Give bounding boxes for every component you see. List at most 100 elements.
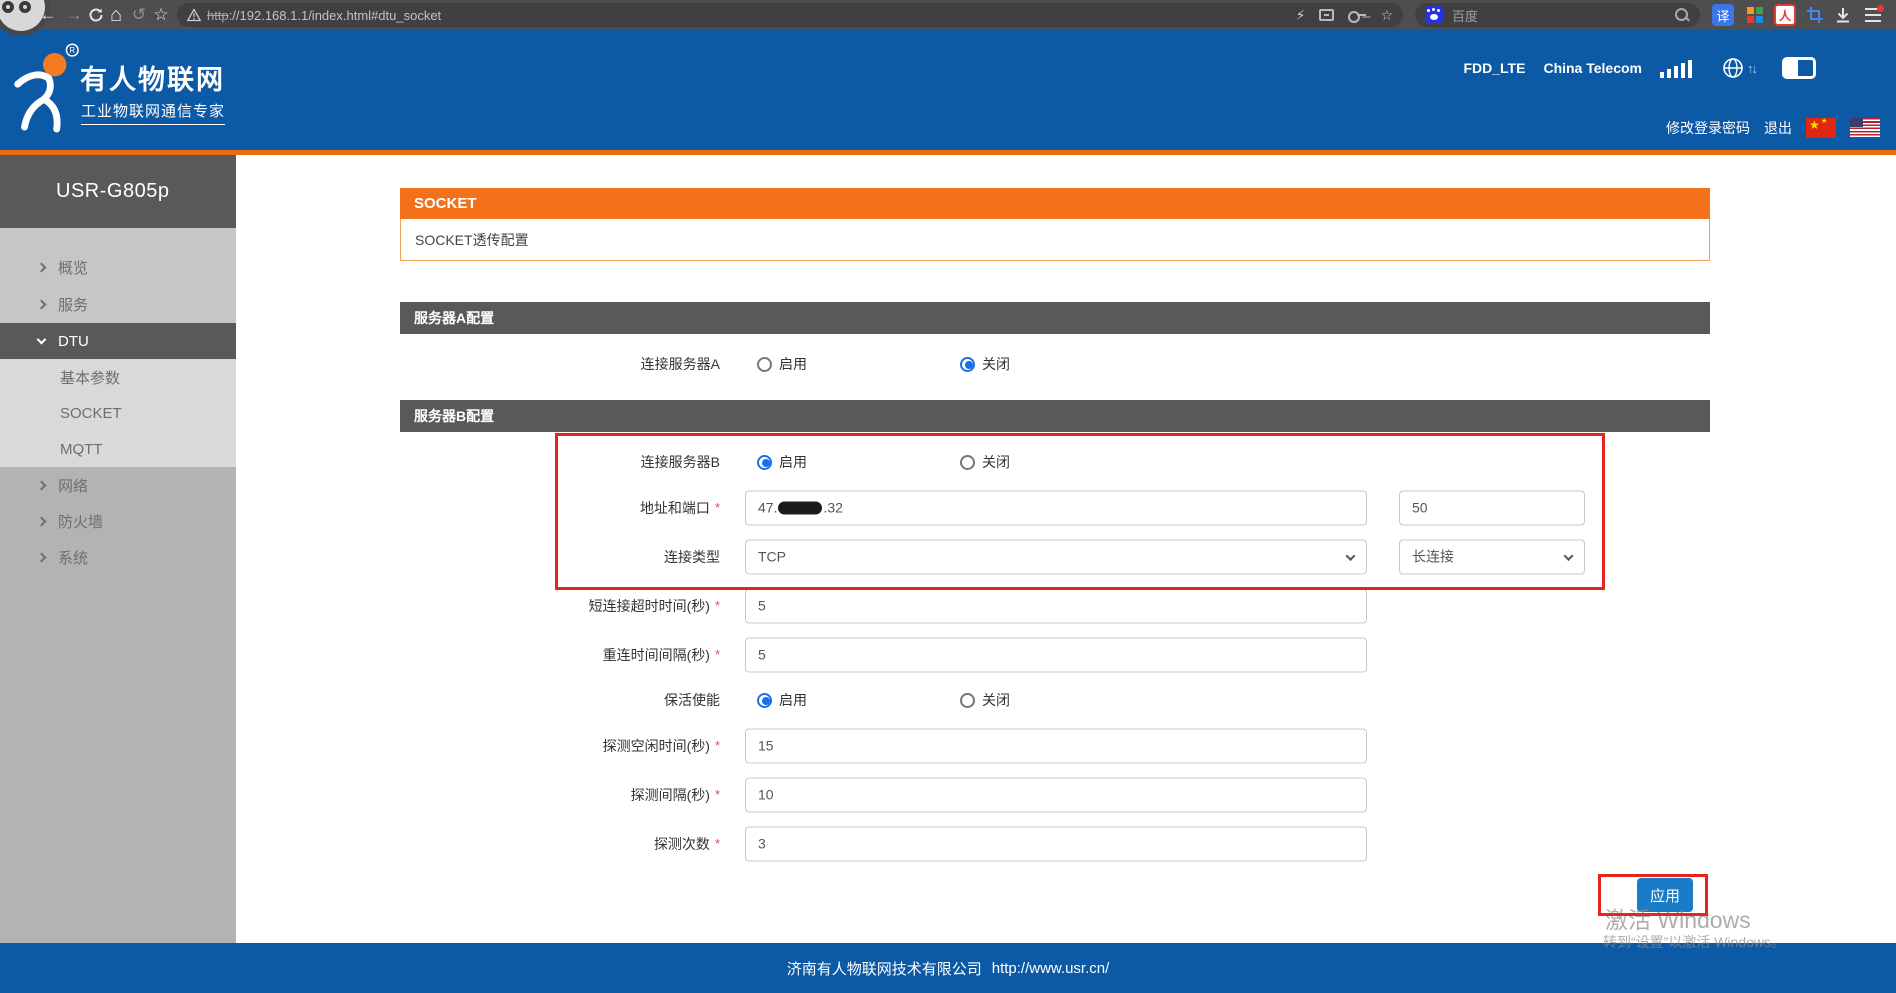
sidebar-item-label: 服务 <box>58 294 88 315</box>
brand-subtitle: 工业物联网通信专家 <box>81 100 225 125</box>
field-label-text: 保活使能 <box>664 690 720 710</box>
radio-checked-icon[interactable] <box>757 455 772 470</box>
sidebar-item-dtu[interactable]: DTU <box>0 323 236 359</box>
search-bar[interactable]: 百度 <box>1415 3 1700 27</box>
translate-extension-icon[interactable]: 译 <box>1712 4 1734 26</box>
radio-unchecked-icon[interactable] <box>960 693 975 708</box>
network-type: FDD_LTE <box>1463 60 1525 76</box>
english-language-flag-icon[interactable] <box>1850 118 1880 138</box>
url-scheme: http <box>207 8 229 23</box>
sidebar-item-firewall[interactable]: 防火墙 <box>0 503 236 539</box>
connect-server-b-row: 连接服务器B 启用 关闭 <box>400 441 1710 483</box>
star-icon[interactable]: ☆ <box>1380 7 1393 24</box>
chevron-right-icon <box>37 516 47 526</box>
address-and-port-input[interactable]: 47..32 <box>745 490 1367 525</box>
probe-count-input[interactable] <box>745 826 1367 861</box>
field-label: 探测次数* <box>400 834 720 854</box>
server-b-rows: 连接服务器B启用关闭地址和端口*47..32连接类型TCP长连接短连接超时时间(… <box>400 441 1710 868</box>
field-area <box>745 581 1585 630</box>
chinese-language-flag-icon[interactable]: ★★ <box>1806 118 1836 138</box>
radio-checked-icon[interactable] <box>960 357 975 372</box>
download-icon[interactable] <box>1832 4 1854 26</box>
field-area <box>745 819 1585 868</box>
keepalive-enable-option-1[interactable]: 关闭 <box>960 690 1010 710</box>
short-conn-timeout-row: 短连接超时时间(秒)* <box>400 581 1710 630</box>
radio-unchecked-icon[interactable] <box>757 357 772 372</box>
sidebar-item-label: 概览 <box>58 257 88 278</box>
apps-grid-extension-icon[interactable] <box>1744 4 1766 26</box>
sidebar-item-network[interactable]: 网络 <box>0 467 236 503</box>
forward-icon[interactable]: → <box>62 0 86 30</box>
field-label: 探测空闲时间(秒)* <box>400 736 720 756</box>
sidebar-dtu-submenu: 基本参数 SOCKET MQTT <box>0 359 236 467</box>
sidebar-item-overview[interactable]: 概览 <box>0 249 236 286</box>
footer-company: 济南有人物联网技术有限公司 <box>787 958 982 979</box>
sidebar-item-system[interactable]: 系统 <box>0 539 236 575</box>
section-server-a-header: 服务器A配置 <box>400 302 1710 334</box>
field-area: 47..32 <box>745 483 1585 532</box>
apply-button[interactable]: 应用 <box>1637 878 1693 912</box>
change-password-link[interactable]: 修改登录密码 <box>1666 118 1750 138</box>
usr-logo-icon: R <box>4 40 82 144</box>
bookmark-star-icon[interactable]: ☆ <box>149 0 173 30</box>
server-a-rows: 连接服务器A启用关闭 <box>400 343 1710 385</box>
field-label-text: 地址和端口 <box>640 498 710 518</box>
lightning-icon[interactable]: ⚡ <box>1296 7 1306 24</box>
sidebar-item-label: SOCKET <box>60 405 122 422</box>
radio-unchecked-icon[interactable] <box>960 455 975 470</box>
probe-idle-time-input[interactable] <box>745 728 1367 763</box>
keepalive-enable-option-0[interactable]: 启用 <box>757 690 807 710</box>
url-text: ://192.168.1.1/index.html#dtu_socket <box>229 8 441 23</box>
home-icon[interactable]: ⌂ <box>104 0 128 30</box>
footer-website[interactable]: http://www.usr.cn/ <box>992 960 1110 977</box>
sidebar-item-label: DTU <box>58 333 89 350</box>
back-icon[interactable]: ← <box>36 0 60 30</box>
sidebar-item-dtu-socket[interactable]: SOCKET <box>0 395 236 431</box>
connect-server-b-option-0[interactable]: 启用 <box>757 452 807 472</box>
sidebar-item-dtu-mqtt[interactable]: MQTT <box>0 431 236 467</box>
radio-checked-icon[interactable] <box>757 693 772 708</box>
address-bar[interactable]: http://192.168.1.1/index.html#dtu_socket… <box>177 3 1403 27</box>
sidebar-item-label: MQTT <box>60 441 103 458</box>
device-model-title: USR-G805p <box>0 155 236 228</box>
sidebar-item-dtu-basic[interactable]: 基本参数 <box>0 359 236 395</box>
brand-title: 有人物联网 <box>80 58 225 97</box>
sidebar-item-label: 网络 <box>58 475 88 496</box>
select-value: 长连接 <box>1412 547 1454 567</box>
connect-server-b-option-1[interactable]: 关闭 <box>960 452 1010 472</box>
sidebar-item-label: 防火墙 <box>58 511 103 532</box>
address-suffix: .32 <box>823 500 842 516</box>
probe-interval-row: 探测间隔(秒)* <box>400 770 1710 819</box>
field-label: 重连时间间隔(秒)* <box>400 645 720 665</box>
logout-link[interactable]: 退出 <box>1764 118 1792 138</box>
radio-option-label: 关闭 <box>982 354 1010 374</box>
search-icon[interactable] <box>1674 7 1690 23</box>
capture-icon[interactable] <box>1319 9 1334 21</box>
field-label: 连接服务器B <box>400 452 720 472</box>
connection-type-select[interactable]: TCP <box>745 539 1367 574</box>
short-conn-timeout-input[interactable] <box>745 588 1367 623</box>
site-header: R 有人物联网 工业物联网通信专家 FDD_LTE China Telecom … <box>0 30 1896 150</box>
footer: 济南有人物联网技术有限公司 http://www.usr.cn/ <box>0 943 1896 993</box>
reconnect-interval-input[interactable] <box>745 637 1367 672</box>
pdf-extension-icon[interactable]: 人 <box>1774 4 1796 26</box>
undo-icon[interactable]: ↺ <box>127 0 151 30</box>
redaction-blob <box>778 501 822 514</box>
field-label-text: 重连时间间隔(秒) <box>603 645 710 665</box>
connection-type-mode-select[interactable]: 长连接 <box>1399 539 1585 574</box>
main-content: SOCKET SOCKET透传配置 服务器A配置 连接服务器A启用关闭 服务器B… <box>236 155 1896 943</box>
address-and-port-secondary-input[interactable] <box>1399 490 1585 525</box>
connect-server-a-option-0[interactable]: 启用 <box>757 354 807 374</box>
crop-extension-icon[interactable] <box>1804 4 1826 26</box>
connect-server-a-option-1[interactable]: 关闭 <box>960 354 1010 374</box>
probe-interval-input[interactable] <box>745 777 1367 812</box>
field-area <box>745 770 1585 819</box>
svg-text:R: R <box>69 46 75 55</box>
chevron-down-icon <box>37 334 47 344</box>
browser-menu-icon[interactable] <box>1862 4 1884 26</box>
password-key-icon[interactable] <box>1348 10 1366 20</box>
field-label: 地址和端口* <box>400 498 720 518</box>
radio-option-label: 关闭 <box>982 690 1010 710</box>
sidebar-item-services[interactable]: 服务 <box>0 286 236 323</box>
field-label-text: 探测空闲时间(秒) <box>603 736 710 756</box>
